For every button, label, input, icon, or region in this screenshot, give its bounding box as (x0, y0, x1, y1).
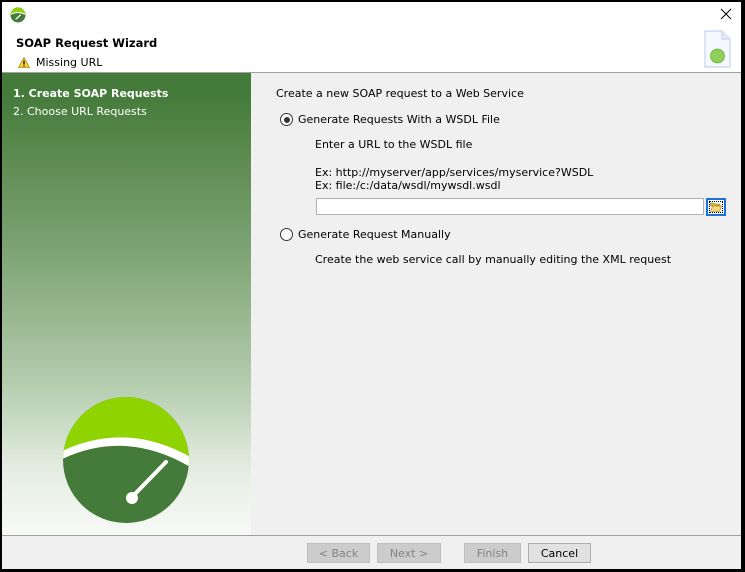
document-icon (704, 30, 731, 68)
option-wsdl-label: Generate Requests With a WSDL File (298, 113, 500, 126)
step-choose-url-requests: 2. Choose URL Requests (13, 105, 147, 118)
footer-divider (2, 535, 741, 536)
next-button[interactable]: Next > (377, 543, 441, 563)
option-manual-label: Generate Request Manually (298, 228, 451, 241)
status-text: Missing URL (36, 56, 103, 69)
wizard-header: SOAP Request Wizard Missing URL (2, 2, 741, 73)
intro-text: Create a new SOAP request to a Web Servi… (276, 87, 524, 100)
option-manual[interactable]: Generate Request Manually (280, 228, 451, 241)
radio-manual[interactable] (280, 228, 293, 241)
radio-wsdl-file[interactable] (280, 113, 293, 126)
wsdl-url-input[interactable] (316, 198, 704, 215)
folder-open-icon (710, 202, 722, 212)
wizard-content: Create a new SOAP request to a Web Servi… (251, 73, 741, 535)
gauge-logo-icon (63, 397, 189, 523)
wizard-steps-panel: 1. Create SOAP Requests 2. Choose URL Re… (2, 73, 251, 535)
finish-button[interactable]: Finish (464, 543, 521, 563)
back-button[interactable]: < Back (307, 543, 370, 563)
warning-icon (18, 57, 30, 68)
manual-description: Create the web service call by manually … (315, 253, 672, 266)
close-icon (720, 8, 732, 20)
app-logo-icon (10, 7, 26, 23)
option-wsdl-file[interactable]: Generate Requests With a WSDL File (280, 113, 500, 126)
wsdl-example-file: Ex: file:/c:/data/wsdl/mywsdl.wsdl (315, 179, 501, 192)
wsdl-example-http: Ex: http://myserver/app/services/myservi… (315, 166, 594, 179)
cancel-button[interactable]: Cancel (528, 543, 591, 563)
step-create-soap-requests: 1. Create SOAP Requests (13, 87, 169, 100)
close-button[interactable] (717, 5, 735, 23)
wizard-title: SOAP Request Wizard (16, 36, 158, 50)
browse-button[interactable] (706, 198, 726, 216)
wsdl-instructions: Enter a URL to the WSDL file (315, 138, 473, 151)
soap-request-wizard-window: SOAP Request Wizard Missing URL 1. Creat… (2, 2, 741, 569)
validation-status: Missing URL (18, 56, 102, 69)
